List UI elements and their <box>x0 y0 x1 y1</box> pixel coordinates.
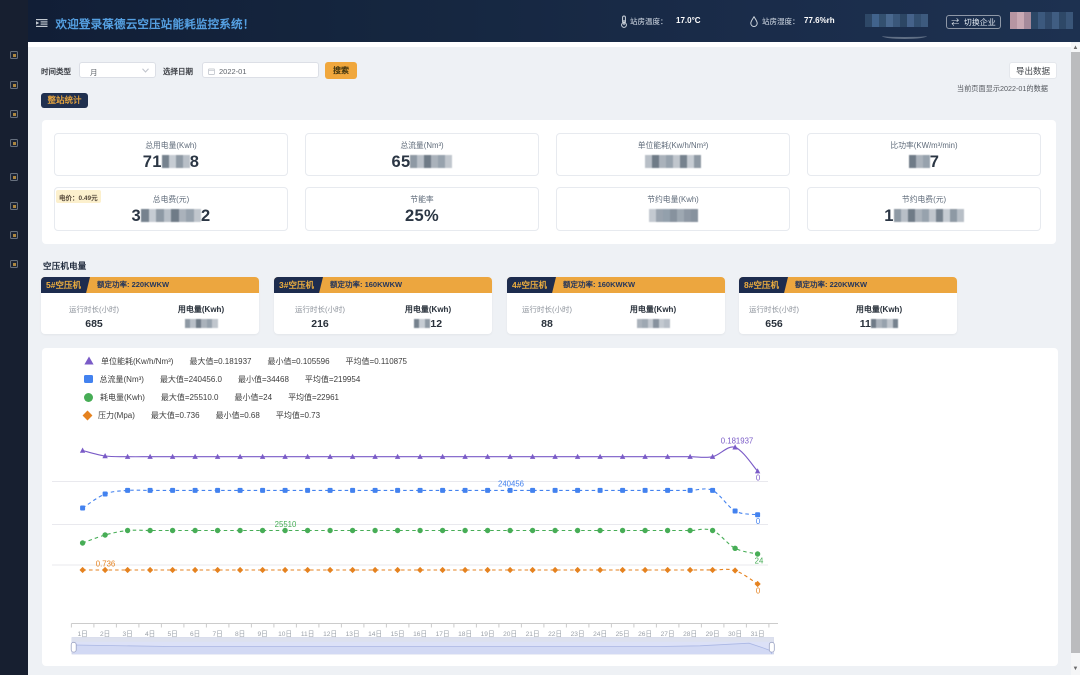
svg-text:25510: 25510 <box>275 520 297 529</box>
svg-text:12日: 12日 <box>323 630 337 638</box>
svg-text:10日: 10日 <box>278 630 292 638</box>
svg-text:29日: 29日 <box>706 630 720 638</box>
svg-text:26日: 26日 <box>638 630 652 638</box>
svg-text:24日: 24日 <box>593 630 607 638</box>
svg-text:0: 0 <box>756 474 761 483</box>
svg-text:4日: 4日 <box>145 630 155 638</box>
svg-text:24: 24 <box>755 557 764 566</box>
svg-text:240456: 240456 <box>498 479 524 488</box>
svg-text:13日: 13日 <box>346 630 360 638</box>
svg-text:3日: 3日 <box>122 630 132 638</box>
svg-text:1日: 1日 <box>77 630 87 638</box>
svg-text:16日: 16日 <box>413 630 427 638</box>
svg-text:11日: 11日 <box>301 630 314 638</box>
svg-text:8日: 8日 <box>235 630 245 638</box>
svg-text:31日: 31日 <box>751 630 765 638</box>
svg-text:0: 0 <box>756 517 761 526</box>
svg-text:17日: 17日 <box>436 630 450 638</box>
svg-text:21日: 21日 <box>526 630 540 638</box>
svg-text:23日: 23日 <box>571 630 585 638</box>
svg-text:22日: 22日 <box>548 630 562 638</box>
svg-text:6日: 6日 <box>190 630 200 638</box>
svg-text:18日: 18日 <box>458 630 472 638</box>
svg-text:0.736: 0.736 <box>96 559 116 568</box>
svg-text:7日: 7日 <box>212 630 222 638</box>
svg-text:30日: 30日 <box>728 630 742 638</box>
svg-text:15日: 15日 <box>391 630 405 638</box>
svg-text:9日: 9日 <box>257 630 267 638</box>
svg-text:0: 0 <box>756 587 761 596</box>
svg-text:14日: 14日 <box>368 630 382 638</box>
svg-text:28日: 28日 <box>683 630 697 638</box>
svg-text:0.181937: 0.181937 <box>721 437 754 446</box>
svg-text:2日: 2日 <box>100 630 110 638</box>
svg-text:5日: 5日 <box>167 630 177 638</box>
svg-text:20日: 20日 <box>503 630 517 638</box>
svg-text:19日: 19日 <box>481 630 495 638</box>
svg-text:27日: 27日 <box>661 630 675 638</box>
svg-text:25日: 25日 <box>616 630 630 638</box>
